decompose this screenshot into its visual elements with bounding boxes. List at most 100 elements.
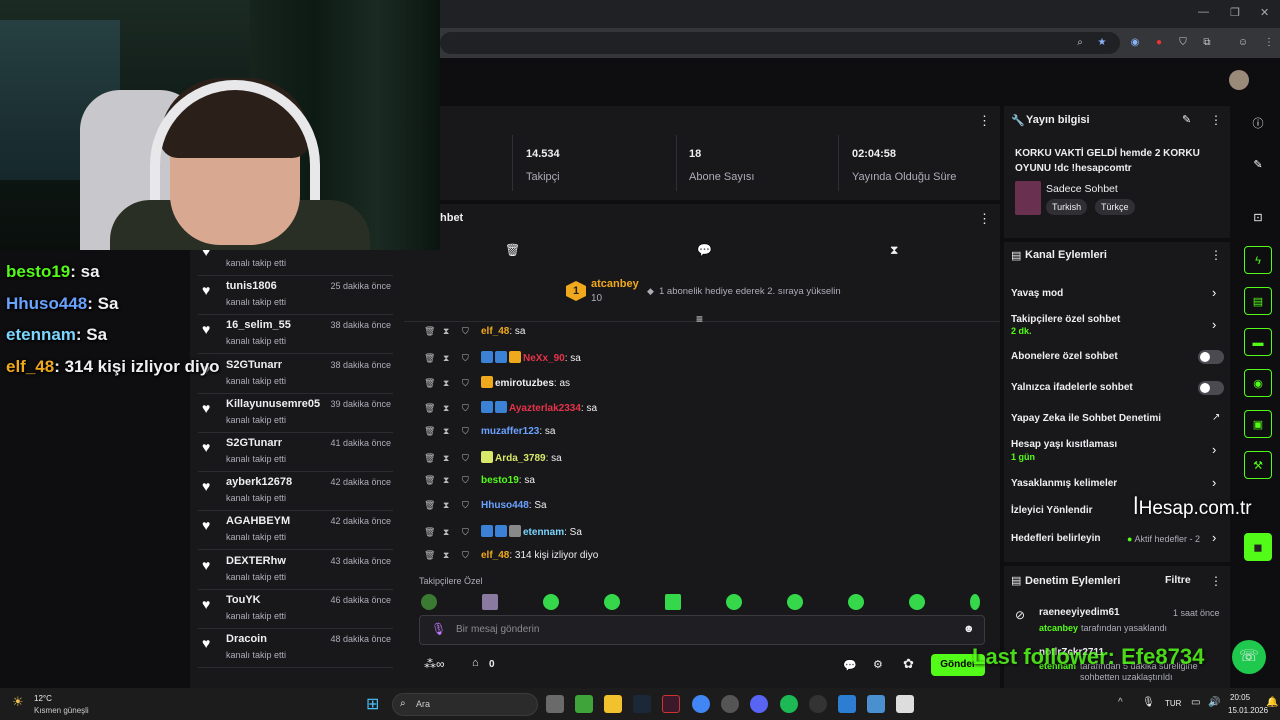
mic-icon[interactable]: 🎙 bbox=[1142, 697, 1155, 708]
minimize-icon[interactable]: — bbox=[1198, 6, 1209, 18]
ai-moderation[interactable]: Yapay Zeka ile Sohbet Denetimi bbox=[1011, 413, 1161, 424]
chat-bubble-icon[interactable]: 💬 bbox=[843, 659, 857, 672]
shield-icon[interactable]: ⛉ bbox=[462, 403, 472, 414]
delete-icon[interactable]: 🗑 bbox=[424, 403, 435, 414]
taskbar-search[interactable] bbox=[392, 693, 538, 716]
chat-message[interactable]: 🗑 ⧗ ⛉ NeXx_90: sa bbox=[424, 350, 581, 371]
timeout-icon[interactable]: ⧗ bbox=[443, 378, 453, 389]
info-icon[interactable]: ⓘ bbox=[1244, 110, 1272, 138]
list-item[interactable]: ♥ tunis1806 kanalı takip etti 25 dakika önc… bbox=[198, 277, 393, 316]
follower-name[interactable]: Dracoin bbox=[226, 633, 267, 645]
vscode-icon[interactable] bbox=[838, 695, 856, 713]
timeout-icon[interactable]: ⧗ bbox=[443, 353, 453, 364]
subscribers-only-toggle[interactable] bbox=[1198, 350, 1224, 364]
shield-icon[interactable]: ⛉ bbox=[462, 527, 472, 538]
emote[interactable] bbox=[848, 594, 864, 610]
shield-icon[interactable]: ⛉ bbox=[462, 353, 472, 364]
shield-icon[interactable]: ⛉ bbox=[1176, 36, 1190, 50]
chat-icon[interactable]: ▬ bbox=[1244, 328, 1272, 356]
task-view-icon[interactable] bbox=[546, 695, 564, 713]
puzzle-icon[interactable]: ⧉ bbox=[1200, 36, 1214, 50]
extension-icon[interactable]: ◉ bbox=[1128, 36, 1142, 50]
shield-icon[interactable]: ⛉ bbox=[462, 453, 472, 464]
plugin-icon[interactable]: ◼ bbox=[1244, 533, 1272, 561]
chat-username[interactable]: Hhuso448 bbox=[481, 500, 529, 511]
emote[interactable] bbox=[604, 594, 620, 610]
list-item[interactable]: ♥ S2GTunarr kanalı takip etti 38 dakika önc… bbox=[198, 356, 393, 394]
timeout-icon[interactable]: ⧗ bbox=[443, 475, 453, 486]
chat-username[interactable]: besto19 bbox=[481, 475, 519, 486]
chat-message[interactable]: 🗑 ⧗ ⛉ etennam: Sa bbox=[424, 525, 582, 545]
steam-icon[interactable] bbox=[633, 695, 651, 713]
users-icon[interactable]: ⁂∞ bbox=[424, 657, 445, 671]
broadcast-icon[interactable]: ◉ bbox=[1244, 369, 1272, 397]
emote[interactable] bbox=[909, 594, 925, 610]
chevron-up-icon[interactable]: ^ bbox=[1118, 697, 1123, 708]
chat-username[interactable]: elf_48 bbox=[481, 550, 509, 561]
chat-username[interactable]: elf_48 bbox=[481, 326, 509, 337]
chat-username[interactable]: muzaffer123 bbox=[481, 426, 539, 437]
lightning-icon[interactable]: ϟ bbox=[1244, 246, 1272, 274]
pinned-user[interactable]: atcanbey bbox=[591, 278, 639, 290]
emote[interactable] bbox=[726, 594, 742, 610]
account-age-restriction[interactable]: Hesap yaşı kısıtlaması bbox=[1011, 439, 1117, 450]
chat-username[interactable]: NeXx_90 bbox=[523, 353, 565, 364]
delete-icon[interactable]: 🗑 bbox=[424, 500, 435, 511]
follower-name[interactable]: TouYK bbox=[226, 594, 261, 606]
bell-icon[interactable]: 🔔 bbox=[1266, 697, 1278, 708]
obs-icon[interactable] bbox=[809, 695, 827, 713]
shield-icon[interactable]: ⛉ bbox=[462, 550, 472, 561]
app-icon[interactable] bbox=[721, 695, 739, 713]
save-icon[interactable]: ▣ bbox=[1244, 410, 1272, 438]
emote[interactable] bbox=[543, 594, 559, 610]
chat-username[interactable]: Ayazterlak2334 bbox=[509, 403, 581, 414]
weather-icon[interactable]: ☀ bbox=[12, 694, 24, 710]
spotify-icon[interactable] bbox=[780, 695, 798, 713]
delete-icon[interactable]: 🗑 bbox=[424, 426, 435, 437]
timeout-icon[interactable]: ⧗ bbox=[443, 403, 453, 414]
timeout-icon[interactable]: ⧗ bbox=[443, 453, 453, 464]
delete-icon[interactable]: 🗑 bbox=[424, 326, 435, 337]
profile-icon[interactable]: ☺ bbox=[1236, 36, 1250, 50]
follower-name[interactable]: S2GTunarr bbox=[226, 437, 282, 449]
chat-more-icon[interactable]: ⋮ bbox=[978, 211, 991, 227]
close-icon[interactable]: ✕ bbox=[1260, 6, 1269, 19]
chat-message[interactable]: 🗑 ⧗ ⛉ emirotuzbes: as bbox=[424, 375, 570, 396]
chat-message[interactable]: 🗑 ⧗ ⛉ Ayazterlak2334: sa bbox=[424, 400, 597, 421]
bookmark-star-icon[interactable]: ★ bbox=[1095, 36, 1109, 50]
gear-icon[interactable]: ⚙ bbox=[873, 658, 883, 671]
chat-message[interactable]: 🗑 ⧗ ⛉ Arda_3789: sa bbox=[424, 450, 562, 471]
hourglass-icon[interactable]: ⧗ bbox=[890, 243, 898, 258]
emotes-only-toggle[interactable] bbox=[1198, 381, 1224, 395]
set-goals[interactable]: Hedefleri belirleyin bbox=[1011, 533, 1100, 544]
app-icon[interactable] bbox=[896, 695, 914, 713]
delete-icon[interactable]: 🗑 bbox=[424, 378, 435, 389]
list-item[interactable]: ♥ Dracoin kanalı takip etti 48 dakika önce bbox=[198, 630, 393, 668]
follower-name[interactable]: DEXTERhw bbox=[226, 555, 286, 567]
filter-button[interactable]: Filtre bbox=[1165, 574, 1191, 586]
delete-icon[interactable]: 🗑 bbox=[424, 353, 435, 364]
maximize-icon[interactable]: ❐ bbox=[1230, 6, 1240, 19]
timeout-icon[interactable]: ⧗ bbox=[443, 527, 453, 538]
start-icon[interactable]: ⊞ bbox=[366, 694, 379, 714]
volume-icon[interactable]: 🔊 bbox=[1208, 697, 1220, 708]
network-icon[interactable]: ▭ bbox=[1191, 697, 1200, 708]
focus-icon[interactable]: ⊡ bbox=[1244, 204, 1272, 232]
file-explorer-icon[interactable] bbox=[604, 695, 622, 713]
mod-entry-user[interactable]: raeneeyiyedim61 bbox=[1039, 607, 1120, 618]
extension-icon[interactable]: ● bbox=[1152, 36, 1166, 50]
follower-name[interactable]: Killayunusemre05 bbox=[226, 398, 320, 410]
list-item[interactable]: ♥ ayberk12678 kanalı takip etti 42 dakika ö… bbox=[198, 473, 393, 512]
delete-icon[interactable]: 🗑 bbox=[424, 527, 435, 538]
category-name[interactable]: Sadece Sohbet bbox=[1046, 183, 1118, 195]
app-icon[interactable] bbox=[867, 695, 885, 713]
tag[interactable]: Türkçe bbox=[1095, 199, 1135, 215]
delete-icon[interactable]: 🗑 bbox=[424, 475, 435, 486]
more-icon[interactable]: ⋮ bbox=[1210, 248, 1222, 262]
emoji-icon[interactable]: ☻ bbox=[963, 623, 975, 635]
minecraft-icon[interactable] bbox=[575, 695, 593, 713]
timeout-icon[interactable]: ⧗ bbox=[443, 326, 453, 337]
chat-username[interactable]: Arda_3789 bbox=[495, 453, 546, 464]
follower-name[interactable]: AGAHBEYM bbox=[226, 515, 290, 527]
external-link-icon[interactable]: ↗ bbox=[1212, 412, 1220, 423]
